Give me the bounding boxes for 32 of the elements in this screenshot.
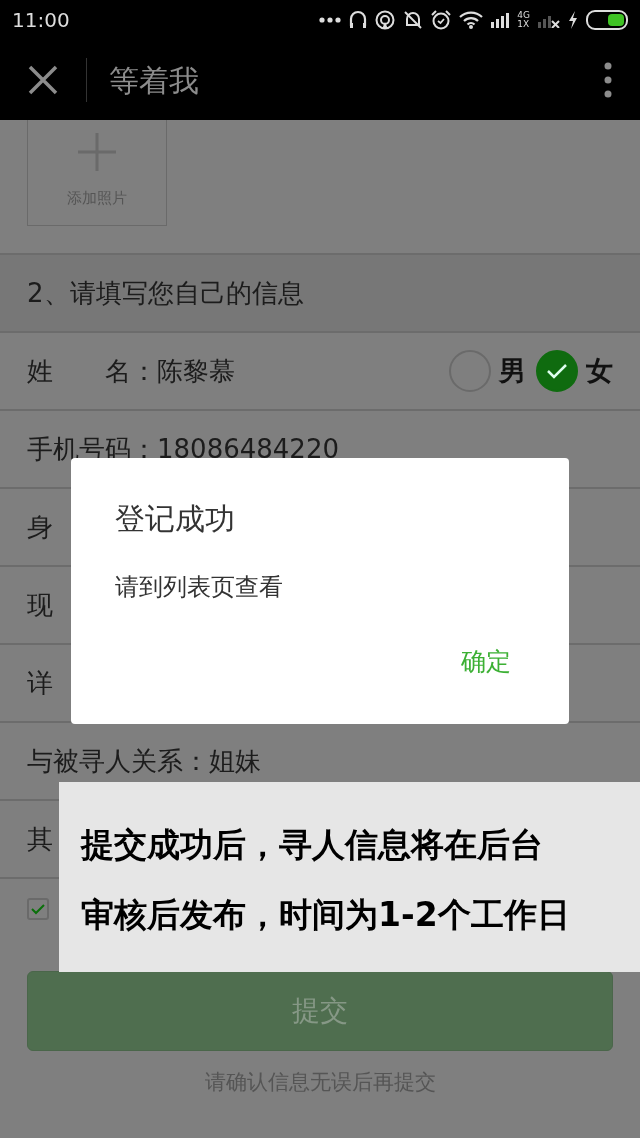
field-text: 与被寻人关系：姐妹 (27, 744, 261, 778)
gender-label: 女 (586, 353, 613, 388)
field-text: 姓 名：陈黎慕 (27, 354, 235, 388)
check-icon (546, 363, 568, 379)
field-text: 详 (27, 666, 53, 700)
battery-icon (586, 10, 630, 30)
radio-button[interactable] (536, 350, 578, 392)
field-text: 现 (27, 588, 53, 622)
checkbox[interactable] (27, 898, 49, 920)
gender-label: 男 (499, 353, 526, 388)
network-label: 1X (517, 20, 530, 29)
check-icon (31, 903, 45, 915)
network-label: 4G (517, 11, 530, 20)
caption-text: 提交成功后，寻人信息将在后台 (81, 824, 544, 866)
more-menu-icon[interactable] (604, 62, 612, 98)
dialog-title: 登记成功 (115, 500, 236, 538)
field-text: 其 (27, 822, 53, 856)
close-icon[interactable] (27, 64, 59, 96)
hotspot-icon (375, 10, 396, 30)
wifi-icon (459, 11, 484, 29)
muted-bell-icon (403, 10, 424, 30)
section-heading: 2、请填写您自己的信息 (27, 276, 304, 310)
more-icon (319, 17, 342, 23)
dialog-message: 请到列表页查看 (115, 572, 284, 603)
clock-time: 11:00 (12, 7, 70, 34)
field-text: 身 (27, 510, 53, 544)
page-title: 等着我 (109, 61, 199, 100)
caption-text: 审核后发布，时间为1-2个工作日 (81, 894, 571, 936)
alarm-icon (431, 10, 452, 30)
charging-icon (568, 11, 578, 29)
confirm-button[interactable]: 确定 (461, 643, 511, 681)
headphone-icon (349, 10, 368, 30)
